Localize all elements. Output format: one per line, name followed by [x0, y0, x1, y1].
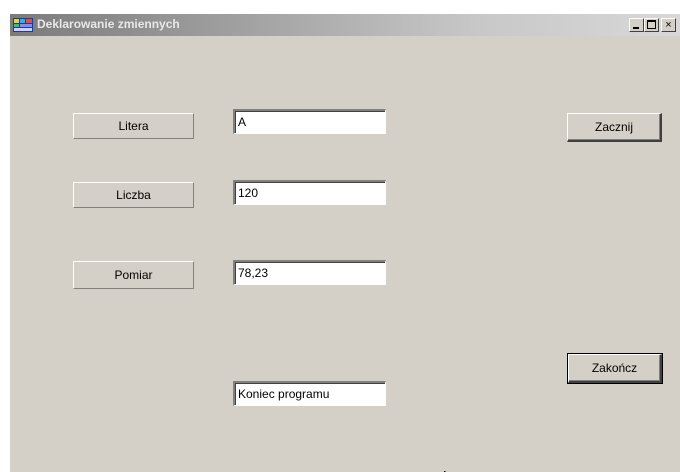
close-icon: × — [665, 19, 672, 31]
app-icon — [13, 18, 33, 32]
status-field[interactable] — [233, 381, 386, 406]
pomiar-label-button[interactable]: Pomiar — [73, 261, 194, 289]
litera-label-button[interactable]: Litera — [73, 113, 194, 139]
finish-button-label: Zakończ — [591, 361, 638, 375]
maximize-icon — [645, 20, 658, 30]
liczba-field[interactable] — [233, 180, 386, 205]
maximize-button[interactable] — [644, 18, 659, 32]
close-button[interactable]: × — [661, 18, 676, 32]
minimize-button[interactable] — [629, 18, 644, 32]
liczba-label-button[interactable]: Liczba — [73, 182, 194, 208]
minimize-icon — [630, 20, 643, 30]
title-bar[interactable]: Deklarowanie zmiennych × — [10, 14, 680, 36]
liczba-label: Liczba — [116, 188, 151, 202]
litera-label: Litera — [118, 119, 149, 133]
window-title: Deklarowanie zmiennych — [37, 17, 180, 31]
start-button-label: Zacznij — [594, 120, 633, 134]
litera-field[interactable] — [233, 109, 386, 134]
finish-button[interactable]: Zakończ — [567, 353, 663, 384]
pomiar-field[interactable] — [233, 260, 386, 285]
pomiar-label: Pomiar — [114, 268, 153, 282]
start-button[interactable]: Zacznij — [567, 113, 662, 142]
mouse-pointer-icon — [443, 465, 454, 472]
